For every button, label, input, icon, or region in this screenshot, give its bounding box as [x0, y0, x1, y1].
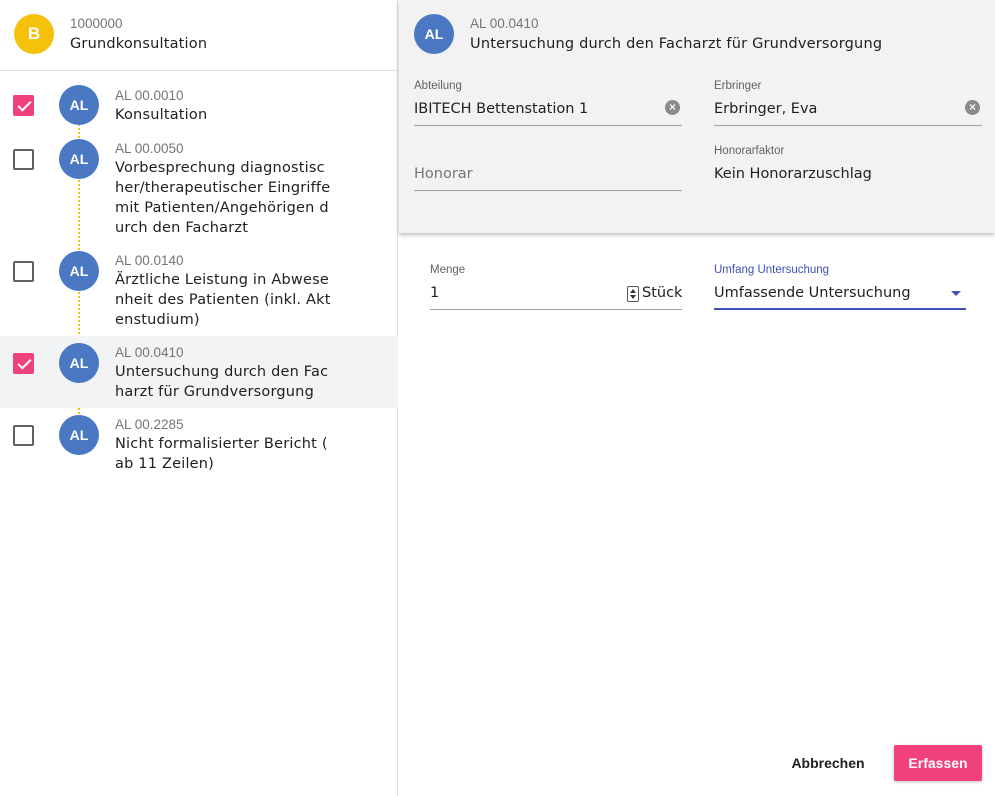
cancel-button[interactable]: Abbrechen	[785, 745, 871, 781]
service-code: AL 00.0140	[115, 253, 184, 268]
abteilung-underline	[414, 125, 682, 126]
service-row[interactable]: AL AL 00.0050 Vorbesprechung diagnostisc…	[0, 136, 398, 248]
service-title: Untersuchung durch den Fac harzt für Gru…	[115, 362, 345, 402]
service-title: Nicht formalisierter Bericht ( ab 11 Zei…	[115, 434, 345, 474]
service-checkbox[interactable]	[13, 149, 34, 170]
menge-input[interactable]: 1	[430, 285, 439, 301]
service-avatar: AL	[59, 139, 99, 179]
service-avatar: AL	[59, 85, 99, 125]
clear-erbringer-icon[interactable]: ×	[965, 100, 980, 115]
service-title-line: Konsultation	[115, 107, 208, 123]
service-title: Konsultation	[115, 105, 345, 125]
service-code: AL 00.0050	[115, 141, 184, 156]
service-title-line: Untersuchung durch den Fac	[115, 364, 329, 380]
service-checkbox[interactable]	[13, 261, 34, 282]
service-checkbox[interactable]	[13, 95, 34, 116]
menge-underline	[430, 309, 682, 310]
service-avatar: AL	[59, 415, 99, 455]
service-checkbox[interactable]	[13, 353, 34, 374]
umfang-label: Umfang Untersuchung	[714, 264, 830, 276]
service-code: AL 00.0010	[115, 88, 184, 103]
service-avatar: AL	[59, 343, 99, 383]
menge-unit: Stück	[642, 285, 683, 301]
abteilung-input[interactable]: IBITECH Bettenstation 1	[414, 101, 588, 117]
service-title-line: harzt für Grundversorgung	[115, 384, 314, 400]
service-title-line: Vorbesprechung diagnostisc	[115, 160, 325, 176]
service-title-line: Ärztliche Leistung in Abwese	[115, 272, 329, 288]
service-row[interactable]: AL AL 00.0140 Ärztliche Leistung in Abwe…	[0, 248, 398, 336]
service-code: AL 00.2285	[115, 417, 184, 432]
erbringer-label: Erbringer	[714, 80, 762, 92]
clear-abteilung-icon[interactable]: ×	[665, 100, 680, 115]
group-avatar: B	[14, 14, 54, 54]
umfang-select[interactable]: Umfassende Untersuchung	[714, 285, 911, 301]
chevron-down-icon[interactable]	[951, 291, 961, 296]
detail-avatar: AL	[414, 14, 454, 54]
service-title-line: Nicht formalisierter Bericht (	[115, 436, 328, 452]
service-row-selected[interactable]: AL AL 00.0410 Untersuchung durch den Fac…	[0, 336, 398, 408]
service-avatar: AL	[59, 251, 99, 291]
service-title: Ärztliche Leistung in Abwese nheit des P…	[115, 270, 345, 330]
menge-label: Menge	[430, 264, 466, 276]
service-list-panel: B 1000000 Grundkonsultation AL AL 00.001…	[0, 0, 398, 796]
detail-code: AL 00.0410	[470, 16, 539, 31]
honorar-input[interactable]: Honorar	[414, 166, 473, 182]
service-title-line: her/therapeutischer Eingriffe	[115, 180, 331, 196]
service-title-line: urch den Facharzt	[115, 220, 249, 236]
service-title-line: mit Patienten/Angehörigen d	[115, 200, 329, 216]
honorar-underline	[414, 190, 682, 191]
erbringer-input[interactable]: Erbringer, Eva	[714, 101, 817, 117]
group-code: 1000000	[70, 16, 123, 31]
group-title: Grundkonsultation	[70, 36, 208, 52]
honorarfaktor-value: Kein Honorarzuschlag	[714, 166, 872, 182]
service-row[interactable]: AL AL 00.0010 Konsultation	[0, 72, 398, 136]
group-header[interactable]: B 1000000 Grundkonsultation	[0, 0, 398, 71]
abteilung-label: Abteilung	[414, 80, 462, 92]
service-title-line: ab 11 Zeilen)	[115, 456, 215, 472]
detail-title: Untersuchung durch den Facharzt für Grun…	[470, 36, 883, 52]
umfang-underline	[714, 308, 966, 310]
honorarfaktor-label: Honorarfaktor	[714, 145, 785, 157]
service-row[interactable]: AL AL 00.2285 Nicht formalisierter Beric…	[0, 408, 398, 480]
service-title: Vorbesprechung diagnostisc her/therapeut…	[115, 158, 345, 238]
menge-spinner-icon[interactable]	[627, 286, 639, 302]
service-title-line: nheit des Patienten (inkl. Akt	[115, 292, 331, 308]
detail-header-panel: AL AL 00.0410 Untersuchung durch den Fac…	[399, 0, 995, 233]
erbringer-underline	[714, 125, 982, 126]
submit-button[interactable]: Erfassen	[894, 745, 982, 781]
service-code: AL 00.0410	[115, 345, 184, 360]
service-title-line: enstudium)	[115, 312, 200, 328]
service-checkbox[interactable]	[13, 425, 34, 446]
